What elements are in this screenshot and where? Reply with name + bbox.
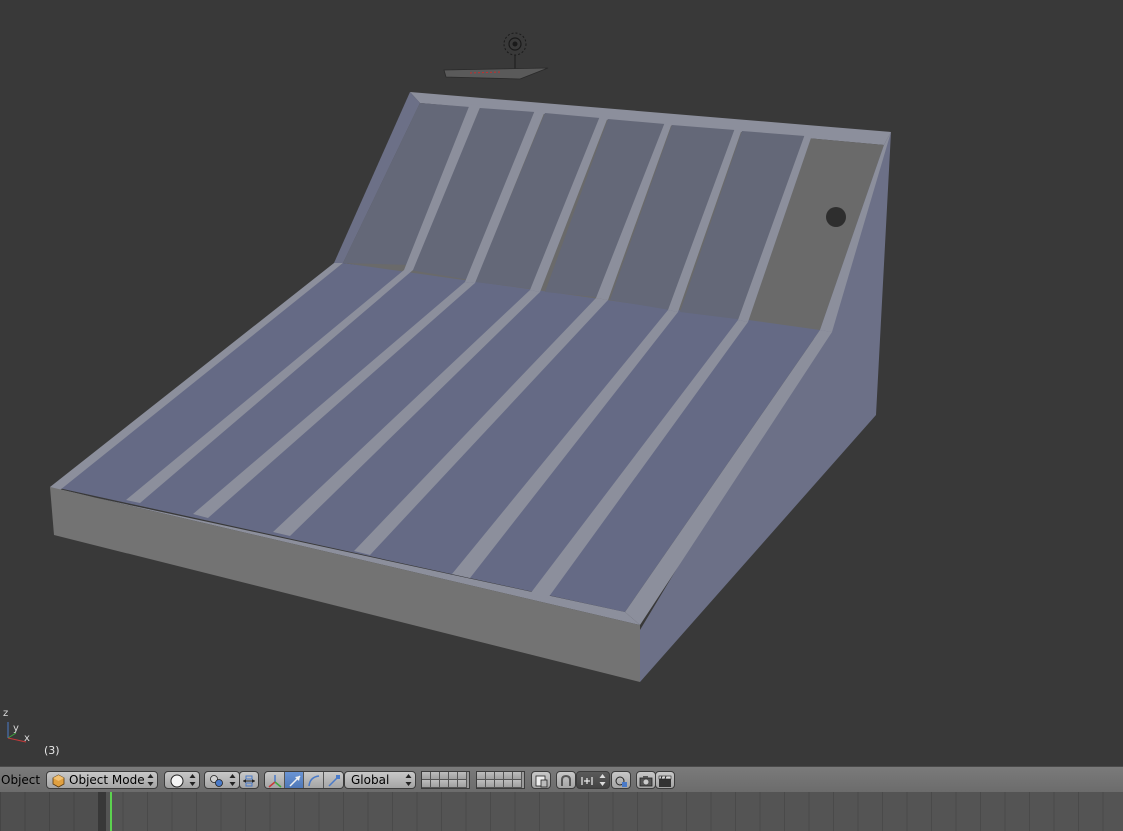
frame-indicator: (3) — [44, 744, 60, 757]
lamp-object[interactable] — [503, 32, 527, 70]
viewport-shading-select[interactable] — [164, 771, 200, 789]
updown-arrows-icon — [405, 774, 412, 786]
layer-button[interactable] — [486, 780, 495, 788]
rotate-manipulator-button[interactable] — [304, 772, 324, 788]
manipulator-axes-icon — [268, 773, 282, 788]
layer-button[interactable] — [495, 772, 504, 780]
render-animation-button[interactable] — [655, 771, 675, 789]
timeline-playhead[interactable] — [110, 792, 112, 831]
layer-manager-icon — [534, 773, 548, 792]
layer-button[interactable] — [477, 772, 486, 780]
timeline-preroll — [0, 792, 98, 831]
axis-gizmo: z y x — [3, 708, 30, 744]
layer-button[interactable] — [458, 780, 467, 788]
transform-orientation-select[interactable]: Global — [344, 771, 416, 789]
clapperboard-icon — [658, 773, 672, 792]
snap-element-icon — [580, 773, 594, 792]
arrow-translate-icon — [288, 773, 302, 788]
manipulator-toggle[interactable] — [265, 772, 285, 788]
axis-label-z: z — [3, 708, 8, 719]
layer-button[interactable] — [504, 780, 513, 788]
layers-grid-b[interactable] — [476, 771, 525, 789]
updown-arrows-icon — [229, 774, 236, 786]
layer-button[interactable] — [486, 772, 495, 780]
layer-button[interactable] — [422, 772, 431, 780]
snap-target-icon — [614, 773, 628, 792]
manipulator-group — [264, 771, 344, 789]
snap-element-select[interactable] — [576, 771, 610, 789]
layer-button[interactable] — [513, 780, 522, 788]
layer-button[interactable] — [449, 772, 458, 780]
pivot-point-select[interactable] — [204, 771, 240, 789]
layer-button[interactable] — [513, 772, 522, 780]
cube-icon — [52, 773, 65, 792]
translate-manipulator-button[interactable] — [284, 772, 304, 788]
transform-widget-toggle[interactable] — [239, 771, 259, 789]
layer-button[interactable] — [431, 772, 440, 780]
sphere-shading-icon — [170, 773, 184, 792]
layer-button[interactable] — [477, 780, 486, 788]
pivot-icon — [209, 773, 225, 792]
layer-manager-button[interactable] — [531, 771, 551, 789]
mesh-object-tray[interactable] — [50, 92, 891, 682]
arc-rotate-icon — [307, 773, 321, 788]
layer-button[interactable] — [440, 780, 449, 788]
timeline-editor[interactable] — [0, 792, 1123, 831]
transform-orientation-value: Global — [351, 773, 390, 787]
mode-select[interactable]: Object Mode — [46, 771, 158, 789]
timeline-start-marker — [98, 792, 106, 831]
object-menu[interactable]: Object — [0, 771, 40, 789]
transform-widget-icon — [242, 773, 256, 792]
scale-icon — [327, 773, 341, 788]
layer-button[interactable] — [458, 772, 467, 780]
viewport-header: Object Object Mode Global — [0, 766, 1123, 792]
updown-arrows-icon — [189, 774, 196, 786]
3d-viewport[interactable]: z y x (3) — [0, 0, 1123, 766]
layer-button[interactable] — [495, 780, 504, 788]
snap-toggle[interactable] — [556, 771, 576, 789]
layer-button[interactable] — [422, 780, 431, 788]
layer-button[interactable] — [504, 772, 513, 780]
updown-arrows-icon — [147, 774, 154, 786]
magnet-icon — [559, 773, 573, 792]
axis-label-y: y — [13, 723, 19, 734]
updown-arrows-icon — [599, 774, 606, 786]
camera-plane-object[interactable] — [443, 67, 549, 80]
render-still-button[interactable] — [636, 771, 656, 789]
snap-target-button[interactable] — [611, 771, 631, 789]
layers-grid-a[interactable] — [421, 771, 470, 789]
render-camera-icon — [639, 773, 653, 792]
layer-button[interactable] — [440, 772, 449, 780]
layer-button[interactable] — [449, 780, 458, 788]
scale-manipulator-button[interactable] — [323, 772, 343, 788]
timeline-frames-area[interactable] — [98, 792, 1123, 831]
axis-label-x: x — [24, 733, 30, 744]
mode-select-value: Object Mode — [69, 773, 145, 787]
layer-button[interactable] — [431, 780, 440, 788]
viewport-scene: z y x — [3, 32, 891, 744]
